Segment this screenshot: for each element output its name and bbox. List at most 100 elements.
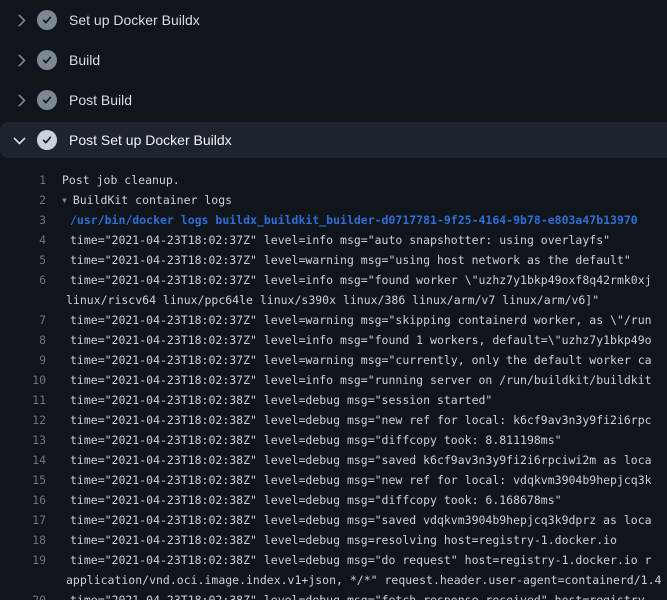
log-line-content: time="2021-04-23T18:02:38Z" level=debug … — [70, 413, 652, 427]
log-line: 15 time="2021-04-23T18:02:38Z" level=deb… — [0, 470, 667, 490]
log-line-number[interactable]: 4 — [0, 230, 46, 250]
chevron-icon — [13, 132, 26, 145]
log-line-number[interactable]: 19 — [0, 550, 46, 570]
log-line-content: time="2021-04-23T18:02:38Z" level=debug … — [70, 433, 562, 447]
log-line-content: time="2021-04-23T18:02:37Z" level=warnin… — [70, 353, 652, 367]
chevron-icon — [13, 54, 26, 67]
log-line-content: time="2021-04-23T18:02:38Z" level=debug … — [70, 513, 652, 527]
log-line-text: time="2021-04-23T18:02:38Z" level=debug … — [62, 430, 562, 450]
log-line-content: time="2021-04-23T18:02:37Z" level=info m… — [70, 233, 610, 247]
step-label: Post Set up Docker Buildx — [69, 132, 232, 148]
log-line-number[interactable]: 11 — [0, 390, 46, 410]
log-line: 16 time="2021-04-23T18:02:38Z" level=deb… — [0, 490, 667, 510]
log-line-content: linux/riscv64 linux/ppc64le linux/s390x … — [66, 293, 599, 307]
log-line-number[interactable]: 16 — [0, 490, 46, 510]
log-line: 18 time="2021-04-23T18:02:38Z" level=deb… — [0, 530, 667, 550]
log-line-content: time="2021-04-23T18:02:38Z" level=debug … — [70, 473, 652, 487]
step-row-build[interactable]: Build — [0, 40, 667, 80]
log-line-number[interactable]: 5 — [0, 250, 46, 270]
log-line-text: linux/riscv64 linux/ppc64le linux/s390x … — [62, 290, 599, 310]
actions-log-viewer: Set up Docker Buildx Build Post Build Po… — [0, 0, 667, 600]
log-line-number[interactable]: 20 — [0, 590, 46, 600]
log-line: 2 ▼ BuildKit container logs — [0, 190, 667, 210]
log-line-number[interactable]: 6 — [0, 270, 46, 290]
log-line-text: time="2021-04-23T18:02:38Z" level=debug … — [62, 410, 652, 430]
log-line-content: time="2021-04-23T18:02:38Z" level=debug … — [70, 493, 562, 507]
log-line: 8 time="2021-04-23T18:02:37Z" level=info… — [0, 330, 667, 350]
log-line-content: Post job cleanup. — [62, 173, 180, 187]
log-line-number[interactable]: 18 — [0, 530, 46, 550]
log-line-number[interactable]: 12 — [0, 410, 46, 430]
log-line-text: time="2021-04-23T18:02:38Z" level=debug … — [62, 590, 652, 600]
log-line-content: time="2021-04-23T18:02:38Z" level=debug … — [70, 593, 652, 600]
log-line-content: time="2021-04-23T18:02:37Z" level=info m… — [70, 273, 652, 287]
step-label: Post Build — [69, 92, 132, 108]
log-line-text: time="2021-04-23T18:02:38Z" level=debug … — [62, 490, 562, 510]
log-line-number[interactable]: 3 — [0, 210, 46, 230]
log-line-content: time="2021-04-23T18:02:38Z" level=debug … — [70, 453, 652, 467]
log-line: 19 time="2021-04-23T18:02:38Z" level=deb… — [0, 550, 667, 570]
log-line-number[interactable]: 15 — [0, 470, 46, 490]
log-line-text: time="2021-04-23T18:02:38Z" level=debug … — [62, 530, 617, 550]
log-line-content: time="2021-04-23T18:02:38Z" level=debug … — [70, 533, 617, 547]
log-line: 13 time="2021-04-23T18:02:38Z" level=deb… — [0, 430, 667, 450]
log-line-content: time="2021-04-23T18:02:37Z" level=warnin… — [70, 253, 631, 267]
log-line: 3 /usr/bin/docker logs buildx_buildkit_b… — [0, 210, 667, 230]
log-line-content: time="2021-04-23T18:02:38Z" level=debug … — [70, 553, 652, 567]
log-line-content: time="2021-04-23T18:02:37Z" level=warnin… — [70, 313, 652, 327]
log-line-content: BuildKit container logs — [73, 193, 232, 207]
log-line-number[interactable]: 8 — [0, 330, 46, 350]
log-line: 14 time="2021-04-23T18:02:38Z" level=deb… — [0, 450, 667, 470]
check-circle-icon — [37, 10, 57, 30]
log-line-number[interactable]: 1 — [0, 170, 46, 190]
log-line-text: time="2021-04-23T18:02:37Z" level=warnin… — [62, 350, 652, 370]
steps-list: Set up Docker Buildx Build Post Build Po… — [0, 0, 667, 158]
log-line-content: time="2021-04-23T18:02:38Z" level=debug … — [70, 393, 492, 407]
log-line-content: application/vnd.oci.image.index.v1+json,… — [66, 573, 661, 587]
chevron-icon — [13, 94, 26, 107]
step-row-post-set-up-docker-buildx[interactable]: Post Set up Docker Buildx — [0, 122, 667, 158]
check-circle-icon — [37, 50, 57, 70]
chevron-icon — [13, 14, 26, 27]
log-line-text: time="2021-04-23T18:02:38Z" level=debug … — [62, 550, 652, 570]
log-line-number — [0, 290, 46, 310]
log-line-text: time="2021-04-23T18:02:37Z" level=info m… — [62, 270, 652, 290]
log-line: 12 time="2021-04-23T18:02:38Z" level=deb… — [0, 410, 667, 430]
log-line-text: time="2021-04-23T18:02:38Z" level=debug … — [62, 470, 652, 490]
log-area: 1 Post job cleanup. 2 ▼ BuildKit containe… — [0, 158, 667, 600]
log-line-text: time="2021-04-23T18:02:37Z" level=info m… — [62, 370, 652, 390]
log-line: 6 time="2021-04-23T18:02:37Z" level=info… — [0, 270, 667, 290]
log-line-text: /usr/bin/docker logs buildx_buildkit_bui… — [62, 210, 638, 230]
log-line-content: time="2021-04-23T18:02:37Z" level=info m… — [70, 373, 652, 387]
log-line-text: Post job cleanup. — [62, 170, 180, 190]
group-toggle-icon[interactable]: ▼ — [62, 191, 67, 211]
log-line-number — [0, 570, 46, 590]
check-circle-icon — [37, 90, 57, 110]
log-line: 11 time="2021-04-23T18:02:38Z" level=deb… — [0, 390, 667, 410]
log-line: application/vnd.oci.image.index.v1+json,… — [0, 570, 667, 590]
log-line-text: time="2021-04-23T18:02:37Z" level=warnin… — [62, 250, 631, 270]
log-line: 1 Post job cleanup. — [0, 170, 667, 190]
log-line: 7 time="2021-04-23T18:02:37Z" level=warn… — [0, 310, 667, 330]
log-line-number[interactable]: 13 — [0, 430, 46, 450]
log-line-text: time="2021-04-23T18:02:38Z" level=debug … — [62, 390, 492, 410]
log-line: linux/riscv64 linux/ppc64le linux/s390x … — [0, 290, 667, 310]
log-line-text: application/vnd.oci.image.index.v1+json,… — [62, 570, 661, 590]
log-line: 9 time="2021-04-23T18:02:37Z" level=warn… — [0, 350, 667, 370]
step-label: Build — [69, 52, 100, 68]
step-row-post-build[interactable]: Post Build — [0, 80, 667, 120]
check-circle-icon — [37, 130, 57, 150]
log-line-text: time="2021-04-23T18:02:37Z" level=warnin… — [62, 310, 652, 330]
log-line-content: time="2021-04-23T18:02:37Z" level=info m… — [70, 333, 652, 347]
log-line-number[interactable]: 2 — [0, 190, 46, 210]
log-line-text: time="2021-04-23T18:02:37Z" level=info m… — [62, 230, 610, 250]
log-line-number[interactable]: 10 — [0, 370, 46, 390]
log-line-number[interactable]: 17 — [0, 510, 46, 530]
log-line: 10 time="2021-04-23T18:02:37Z" level=inf… — [0, 370, 667, 390]
log-line-number[interactable]: 14 — [0, 450, 46, 470]
step-row-set-up-docker-buildx[interactable]: Set up Docker Buildx — [0, 0, 667, 40]
log-line: 17 time="2021-04-23T18:02:38Z" level=deb… — [0, 510, 667, 530]
log-line-text: time="2021-04-23T18:02:38Z" level=debug … — [62, 510, 652, 530]
log-line-number[interactable]: 9 — [0, 350, 46, 370]
log-line-number[interactable]: 7 — [0, 310, 46, 330]
